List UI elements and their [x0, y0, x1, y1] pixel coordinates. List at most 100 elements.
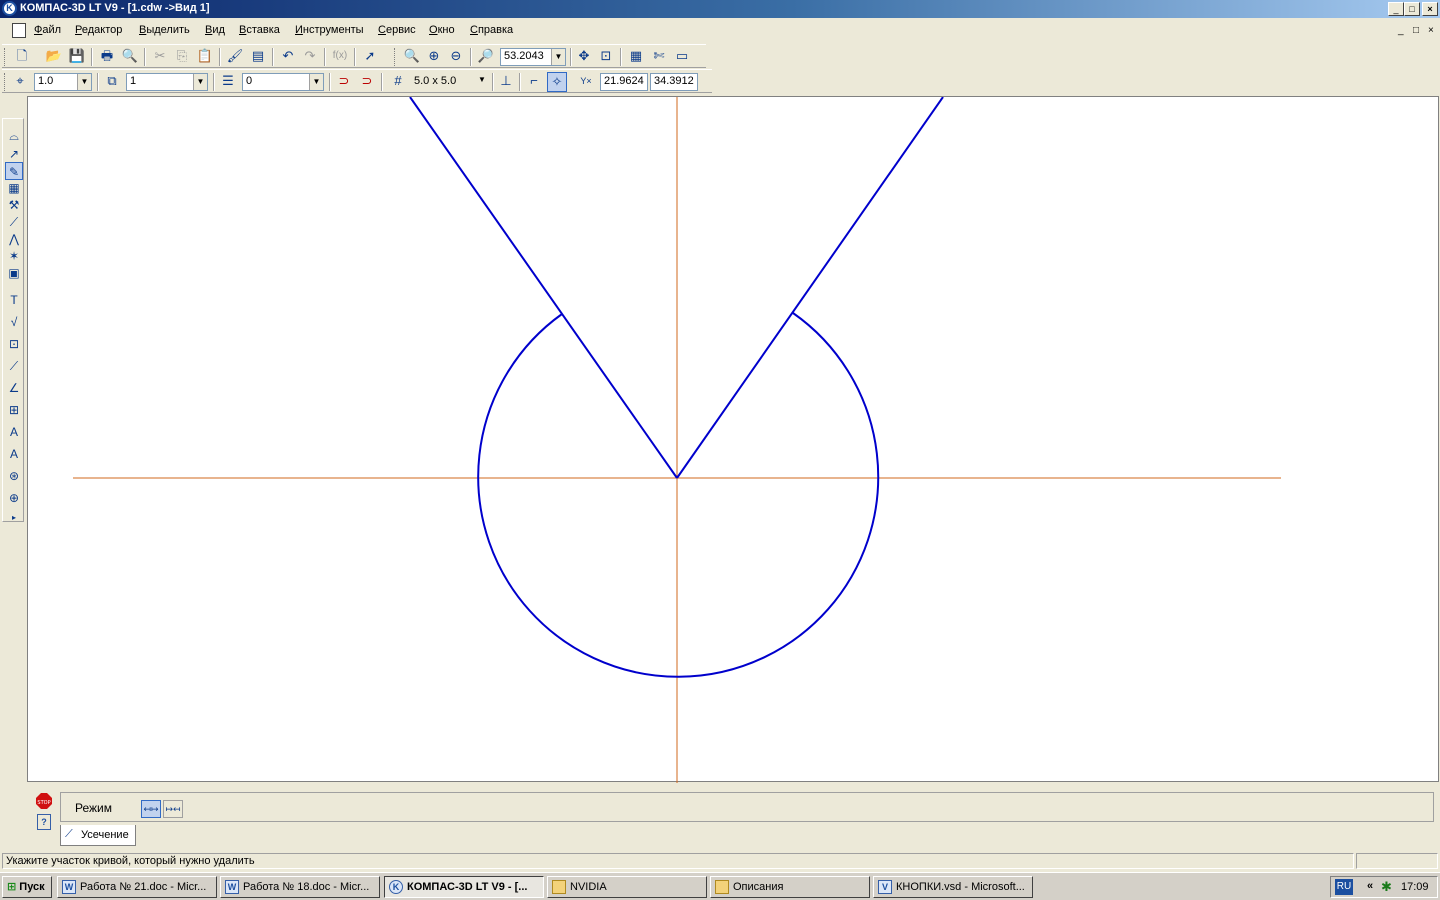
grid-size[interactable]: 5.0 x 5.0 — [414, 75, 456, 87]
layer-combo[interactable]: 0 ▼ — [242, 73, 324, 91]
leader-icon[interactable]: ⟋ — [5, 357, 23, 375]
close-button[interactable]: × — [1422, 2, 1438, 16]
stop-icon[interactable]: STOP — [34, 792, 54, 812]
redo-icon[interactable]: ↷ — [300, 47, 320, 67]
task-word-21[interactable]: W Работа № 21.doc - Micr... — [57, 876, 217, 898]
menu-window[interactable]: Окно — [429, 24, 455, 36]
chevron-down-icon[interactable]: ▼ — [478, 75, 486, 84]
chevron-down-icon[interactable]: ▼ — [551, 49, 565, 65]
tray-expand-icon[interactable]: « — [1367, 880, 1373, 892]
geometry-icon[interactable]: ⌓ — [5, 127, 23, 145]
measure-icon[interactable]: ✄ — [649, 47, 669, 67]
local-snap-icon[interactable]: ⊃ — [357, 72, 377, 92]
mdi-restore-button[interactable]: □ — [1413, 25, 1419, 36]
base-icon[interactable]: ⊡ — [5, 335, 23, 353]
maximize-button[interactable]: □ — [1404, 2, 1420, 16]
print-icon[interactable]: 🖶 — [97, 47, 117, 67]
trim-two-points-mode-button[interactable]: ↦↤ — [163, 800, 183, 818]
undo-icon[interactable]: ↶ — [278, 47, 298, 67]
snap-magnet-icon[interactable]: ⊃ — [334, 72, 354, 92]
chevron-down-icon[interactable]: ▼ — [77, 74, 91, 90]
chevron-down-icon[interactable]: ▼ — [193, 74, 207, 90]
start-button[interactable]: ⊞ Пуск — [2, 876, 52, 898]
local-cs-icon[interactable]: ⊥ — [496, 72, 516, 92]
pan-icon[interactable]: ✥ — [574, 47, 594, 67]
menu-help[interactable]: Справка — [470, 24, 513, 36]
editing-icon[interactable]: ✎ — [5, 162, 23, 180]
cut-icon[interactable]: ✂ — [150, 47, 170, 67]
open-folder-icon[interactable]: 📂 — [44, 47, 64, 67]
minimize-button[interactable]: _ — [1388, 2, 1404, 16]
help-icon[interactable]: ? — [37, 814, 51, 830]
right-line-segment[interactable] — [676, 96, 944, 479]
axis-label-icon[interactable]: A — [5, 423, 23, 441]
zoom-combo[interactable]: 53.2043 ▼ — [500, 48, 566, 66]
position-icon[interactable]: ∠ — [5, 379, 23, 397]
format-painter-icon[interactable]: 🖌 — [225, 47, 245, 67]
roughness-icon[interactable]: √ — [5, 313, 23, 331]
zoom-all-icon[interactable]: ⊡ — [596, 47, 616, 67]
refresh-icon[interactable]: ▦ — [626, 47, 646, 67]
variables-icon[interactable]: f(x) — [330, 47, 350, 67]
measurements-icon[interactable]: ⚒ — [5, 196, 23, 214]
spec-icon[interactable]: ✶ — [5, 247, 23, 265]
expand-icon[interactable]: ▸ — [5, 509, 23, 527]
zoom-in-icon[interactable]: ⊕ — [424, 47, 444, 67]
drawing-svg[interactable] — [28, 96, 1440, 783]
task-word-18[interactable]: W Работа № 18.doc - Micr... — [220, 876, 380, 898]
coord-x-field[interactable]: 21.9624 — [600, 73, 648, 91]
hatch-icon[interactable]: ⊛ — [5, 467, 23, 485]
layers-icon[interactable]: ☰ — [218, 72, 238, 92]
reports-icon[interactable]: ▣ — [5, 264, 23, 282]
drawing-canvas[interactable] — [27, 96, 1440, 783]
selection-icon[interactable]: ⟋ — [5, 213, 23, 231]
language-indicator[interactable]: RU — [1335, 879, 1353, 895]
menu-insert[interactable]: Вставка — [239, 24, 280, 36]
task-kompas[interactable]: K КОМПАС-3D LT V9 - [... — [384, 876, 544, 898]
menu-tools[interactable]: Инструменты — [295, 24, 364, 36]
view-combo[interactable]: 1 ▼ — [126, 73, 208, 91]
chevron-down-icon[interactable]: ▼ — [309, 74, 323, 90]
text-icon[interactable]: T — [5, 291, 23, 309]
cursor-step-icon[interactable]: ⌖ — [10, 72, 30, 92]
document-icon[interactable] — [12, 23, 26, 38]
copy-icon[interactable]: ⎘ — [172, 47, 192, 67]
zoom-window-icon[interactable]: 🔍 — [402, 47, 422, 67]
print-preview-icon[interactable]: 🔍 — [120, 47, 140, 67]
left-line-segment[interactable] — [409, 96, 678, 479]
context-help-icon[interactable]: ➚ — [360, 47, 380, 67]
ortho-icon[interactable]: ⌐ — [524, 72, 544, 92]
menu-file[interactable]: Файл — [34, 24, 61, 36]
menu-view[interactable]: Вид — [205, 24, 225, 36]
antivirus-icon[interactable]: ✱ — [1381, 879, 1392, 895]
arrow-label-icon[interactable]: A — [5, 445, 23, 463]
properties-icon[interactable]: ▤ — [248, 47, 268, 67]
paste-icon[interactable]: 📋 — [195, 47, 215, 67]
view-state-icon[interactable]: ⧉ — [102, 72, 122, 92]
associative-views-icon[interactable]: ⋀ — [5, 230, 23, 248]
coord-y-field[interactable]: 34.3912 — [650, 73, 698, 91]
menu-select[interactable]: Выделить — [139, 24, 190, 36]
save-icon[interactable]: 💾 — [67, 47, 87, 67]
parametric-mode-icon[interactable]: ✧ — [547, 72, 567, 92]
tab-trim[interactable]: ⟋ Усечение — [60, 825, 136, 846]
trim-segment-mode-button[interactable]: ↤↦ — [141, 800, 161, 818]
new-document-icon[interactable]: 🗋 — [12, 47, 32, 67]
zoom-out-icon[interactable]: ⊖ — [446, 47, 466, 67]
task-descriptions[interactable]: Описания — [710, 876, 870, 898]
arc-segment[interactable] — [477, 312, 880, 678]
step-combo[interactable]: 1.0 ▼ — [34, 73, 92, 91]
mdi-close-button[interactable]: × — [1428, 25, 1434, 36]
manager-icon[interactable]: ▭ — [672, 47, 692, 67]
menu-service[interactable]: Сервис — [378, 24, 416, 36]
task-nvidia[interactable]: NVIDIA — [547, 876, 707, 898]
grid-icon[interactable]: # — [388, 72, 408, 92]
parametrization-icon[interactable]: ▦ — [5, 179, 23, 197]
menu-editor[interactable]: Редактор — [75, 24, 122, 36]
mdi-minimize-button[interactable]: _ — [1398, 25, 1404, 36]
zoom-scale-icon[interactable]: 🔎 — [476, 47, 496, 67]
dimensions-icon[interactable]: ↗ — [5, 145, 23, 163]
toolbar-grip[interactable] — [4, 48, 7, 66]
center-mark-icon[interactable]: ⊕ — [5, 489, 23, 507]
task-visio[interactable]: V КНОПКИ.vsd - Microsoft... — [873, 876, 1033, 898]
